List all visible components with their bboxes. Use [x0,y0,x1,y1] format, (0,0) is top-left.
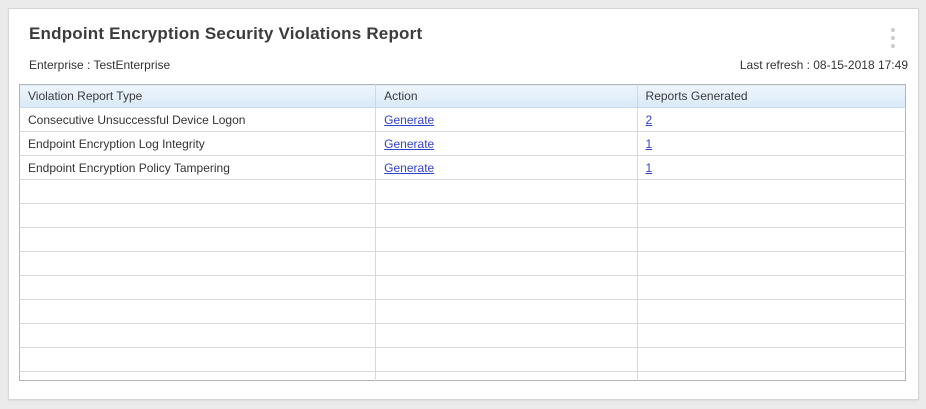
meta-row: Enterprise : TestEnterprise Last refresh… [9,44,918,72]
table-row: Endpoint Encryption Log Integrity Generat… [20,132,906,156]
empty-cell [637,252,905,276]
card-header: Endpoint Encryption Security Violations … [9,9,918,44]
empty-cell [376,372,637,381]
empty-cell [20,372,376,381]
empty-cell [637,324,905,348]
action-cell: Generate [376,108,637,132]
empty-cell [20,180,376,204]
empty-cell [20,300,376,324]
column-header-reports-generated: Reports Generated [637,85,905,108]
empty-cell [637,300,905,324]
kebab-dot [891,28,895,32]
empty-cell [637,348,905,372]
empty-cell [20,228,376,252]
generate-link[interactable]: Generate [384,137,434,151]
kebab-menu-icon[interactable] [882,25,904,51]
empty-table-row [20,324,906,348]
empty-table-row [20,252,906,276]
empty-cell [376,300,637,324]
reports-generated-cell: 2 [637,108,905,132]
violation-type-cell: Consecutive Unsuccessful Device Logon [20,108,376,132]
empty-cell [20,324,376,348]
column-header-violation-report-type: Violation Report Type [20,85,376,108]
empty-cell [637,276,905,300]
reports-count-link[interactable]: 2 [646,113,653,127]
kebab-dot [891,44,895,48]
action-cell: Generate [376,132,637,156]
empty-table-row [20,228,906,252]
empty-cell [20,348,376,372]
violation-type-cell: Endpoint Encryption Policy Tampering [20,156,376,180]
reports-count-link[interactable]: 1 [646,137,653,151]
reports-count-link[interactable]: 1 [646,161,653,175]
empty-cell [376,324,637,348]
empty-cell [376,348,637,372]
empty-table-row [20,180,906,204]
empty-table-row [20,300,906,324]
table-header-row: Violation Report Type Action Reports Gen… [20,85,906,108]
report-card: Endpoint Encryption Security Violations … [8,8,919,400]
empty-cell [20,276,376,300]
enterprise-label: Enterprise : TestEnterprise [29,58,170,72]
kebab-dot [891,36,895,40]
action-cell: Generate [376,156,637,180]
empty-cell [20,204,376,228]
violations-table: Violation Report Type Action Reports Gen… [19,84,906,381]
page-title: Endpoint Encryption Security Violations … [29,24,898,44]
empty-table-row [20,348,906,372]
table-row: Endpoint Encryption Policy Tampering Gene… [20,156,906,180]
reports-generated-cell: 1 [637,156,905,180]
table-row: Consecutive Unsuccessful Device Logon Gen… [20,108,906,132]
empty-cell [637,228,905,252]
empty-table-row [20,204,906,228]
empty-cell [376,180,637,204]
last-refresh-label: Last refresh : 08-15-2018 17:49 [740,58,908,72]
empty-cell [637,180,905,204]
empty-cell [637,372,905,381]
reports-generated-cell: 1 [637,132,905,156]
violations-table-wrapper: Violation Report Type Action Reports Gen… [19,84,906,381]
generate-link[interactable]: Generate [384,113,434,127]
violation-type-cell: Endpoint Encryption Log Integrity [20,132,376,156]
column-header-action: Action [376,85,637,108]
empty-cell [637,204,905,228]
empty-cell [376,276,637,300]
empty-cell [20,252,376,276]
empty-cell [376,228,637,252]
empty-cell [376,252,637,276]
generate-link[interactable]: Generate [384,161,434,175]
empty-table-row [20,276,906,300]
empty-table-row [20,372,906,381]
empty-cell [376,204,637,228]
